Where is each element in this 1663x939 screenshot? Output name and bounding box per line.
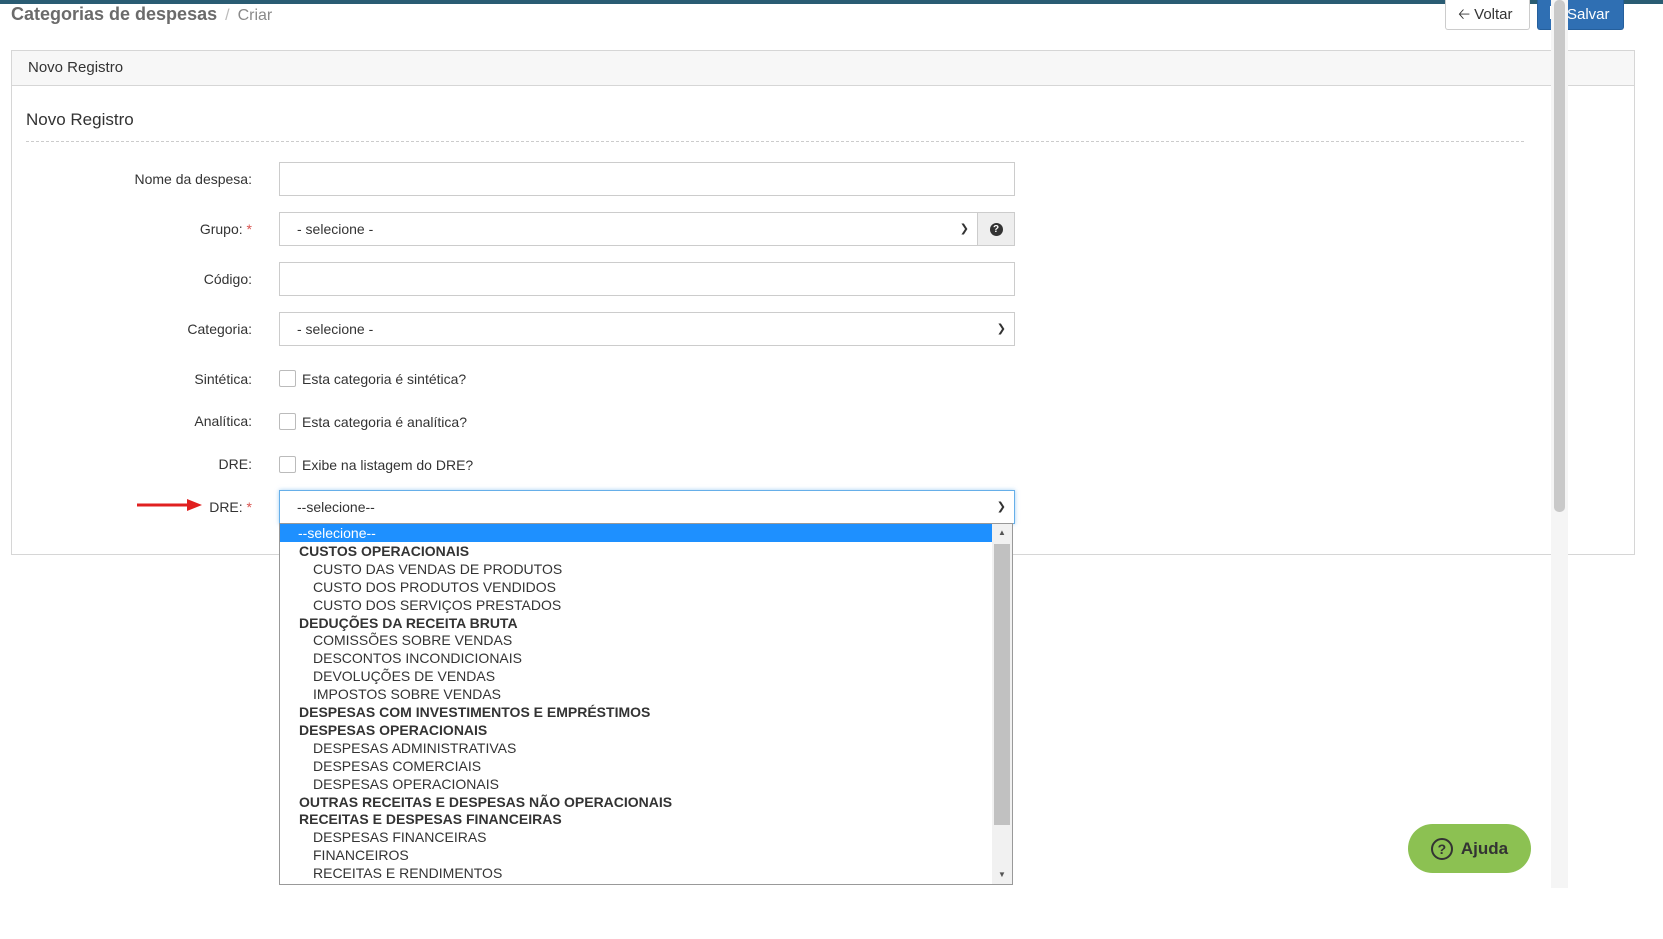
arrow-left-icon: 🡠: [1458, 5, 1471, 23]
help-button-label: Ajuda: [1460, 838, 1509, 858]
chevron-down-icon: ❯: [996, 501, 1006, 513]
dre-option[interactable]: DESPESAS FINANCEIRAS: [280, 828, 992, 846]
analitica-option: Esta categoria é analítica?: [279, 413, 467, 430]
dre-checkbox-text[interactable]: Exibe na listagem do DRE?: [302, 457, 473, 473]
dre-option-group[interactable]: DESPESAS COM INVESTIMENTOS E EMPRÉSTIMOS: [280, 703, 992, 721]
page-scrollbar[interactable]: [1551, 0, 1568, 888]
dre-option-group[interactable]: RECEITAS E DESPESAS FINANCEIRAS: [280, 810, 992, 828]
grupo-select-value: - selecione -: [297, 221, 374, 237]
sintetica-checkbox-text[interactable]: Esta categoria é sintética?: [302, 371, 466, 387]
section-divider: [26, 141, 1524, 142]
categoria-select[interactable]: - selecione - ❯: [279, 312, 1015, 346]
dre-option[interactable]: DESPESAS ADMINISTRATIVAS: [280, 739, 992, 757]
sintetica-option: Esta categoria é sintética?: [279, 370, 466, 387]
dre-option[interactable]: CUSTO DOS SERVIÇOS PRESTADOS: [280, 596, 992, 614]
dre-check-label: DRE:: [218, 456, 252, 472]
dre-option-group[interactable]: OUTRAS RECEITAS E DESPESAS NÃO OPERACION…: [280, 793, 992, 811]
scroll-up-arrow-icon[interactable]: ▲: [992, 524, 1012, 542]
grupo-help-button[interactable]: ?: [977, 212, 1015, 246]
dre-option[interactable]: DESCONTOS INCONDICIONAIS: [280, 649, 992, 667]
analitica-checkbox-text[interactable]: Esta categoria é analítica?: [302, 414, 467, 430]
dre-option[interactable]: CUSTO DOS PRODUTOS VENDIDOS: [280, 578, 992, 596]
sintetica-checkbox[interactable]: [279, 370, 296, 387]
dre-option[interactable]: DESPESAS COMERCIAIS: [280, 757, 992, 775]
panel-heading: Novo Registro: [12, 51, 1634, 86]
question-icon: ?: [989, 222, 1003, 236]
help-button[interactable]: ? Ajuda: [1408, 824, 1531, 873]
codigo-label: Código:: [203, 271, 252, 287]
dre-option[interactable]: COMISSÕES SOBRE VENDAS: [280, 631, 992, 649]
section-title: Novo Registro: [26, 110, 134, 129]
dre-option[interactable]: FINANCEIROS: [280, 846, 992, 864]
dre-checkbox[interactable]: [279, 456, 296, 473]
back-button[interactable]: 🡠 Voltar: [1445, 0, 1530, 30]
dre-select[interactable]: --selecione-- ❯: [279, 490, 1015, 524]
analitica-label: Analítica:: [194, 413, 252, 429]
breadcrumb-title[interactable]: Categorias de despesas: [11, 4, 217, 24]
scroll-down-arrow-icon[interactable]: ▼: [992, 866, 1012, 884]
breadcrumb-separator: /: [225, 7, 230, 24]
dre-options-list[interactable]: --selecione-- CUSTOS OPERACIONAIS CUSTO DA…: [279, 523, 1013, 885]
back-button-label: Voltar: [1474, 5, 1513, 23]
dre-select-value: --selecione--: [297, 499, 375, 515]
codigo-input[interactable]: [279, 262, 1015, 296]
grupo-label: Grupo: *: [199, 221, 252, 237]
grupo-select[interactable]: - selecione - ❯: [279, 212, 978, 246]
dre-option[interactable]: IMPOSTOS SOBRE VENDAS: [280, 685, 992, 703]
nome-input[interactable]: [279, 162, 1015, 196]
chevron-down-icon: ❯: [996, 323, 1006, 335]
page-scrollbar-thumb[interactable]: [1554, 0, 1565, 512]
nome-label: Nome da despesa:: [134, 171, 252, 187]
chevron-down-icon: ❯: [959, 223, 969, 235]
breadcrumb: Categorias de despesas / Criar: [11, 4, 272, 24]
dre-option[interactable]: CUSTO DAS VENDAS DE PRODUTOS: [280, 560, 992, 578]
dre-option[interactable]: DEVOLUÇÕES DE VENDAS: [280, 667, 992, 685]
dre-check-option: Exibe na listagem do DRE?: [279, 456, 473, 473]
question-circle-icon: ?: [1430, 837, 1453, 860]
save-button-label: Salvar: [1567, 5, 1610, 23]
breadcrumb-current: Criar: [237, 7, 273, 24]
dre-select-label: DRE: *: [209, 499, 252, 515]
analitica-checkbox[interactable]: [279, 413, 296, 430]
categoria-label: Categoria:: [187, 321, 252, 337]
dropdown-scrollbar-thumb[interactable]: [994, 544, 1010, 825]
dre-option-group[interactable]: DESPESAS OPERACIONAIS: [280, 721, 992, 739]
dre-option[interactable]: RECEITAS E RENDIMENTOS: [280, 864, 992, 882]
dre-option[interactable]: DESPESAS OPERACIONAIS: [280, 775, 992, 793]
dropdown-scrollbar[interactable]: ▲ ▼: [992, 524, 1012, 884]
dre-option[interactable]: --selecione--: [280, 524, 992, 542]
sintetica-label: Sintética:: [194, 371, 252, 387]
categoria-select-value: - selecione -: [297, 321, 374, 337]
dre-option-group[interactable]: CUSTOS OPERACIONAIS: [280, 542, 992, 560]
form-panel: Novo Registro Novo Registro: [11, 50, 1635, 555]
dre-option-group[interactable]: DEDUÇÕES DA RECEITA BRUTA: [280, 614, 992, 632]
